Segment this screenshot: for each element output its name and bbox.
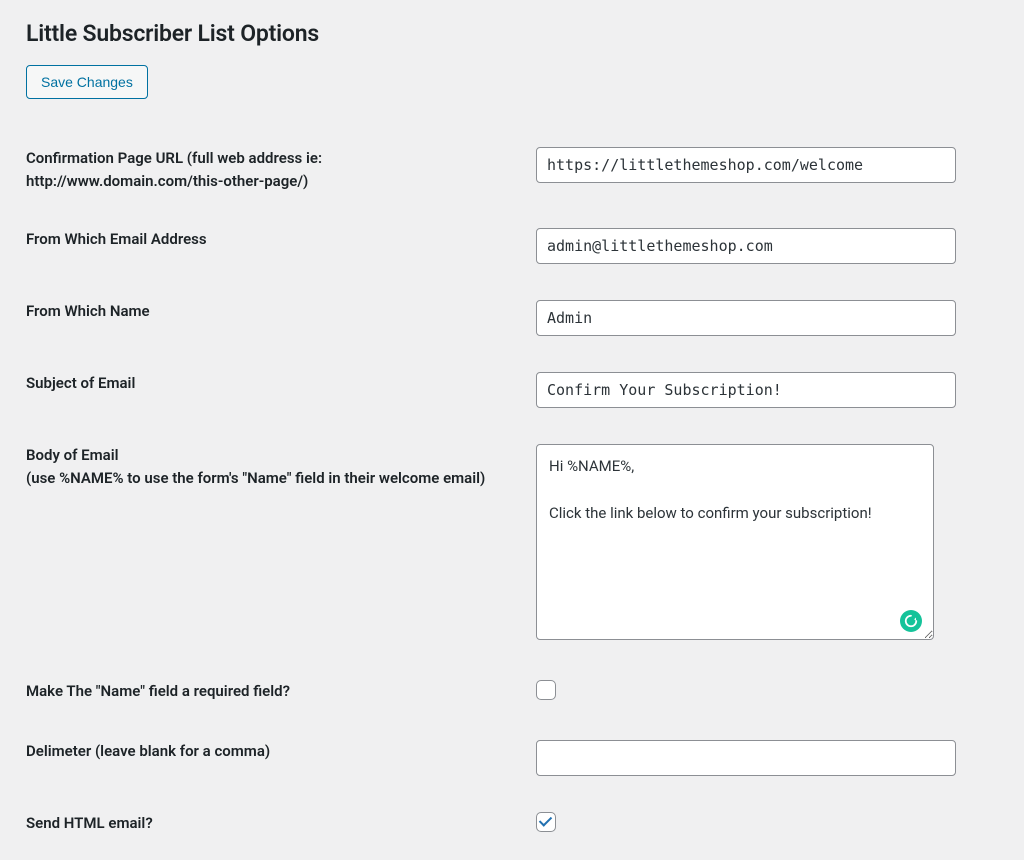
subject-label: Subject of Email [26, 354, 536, 426]
subject-input[interactable] [536, 372, 956, 408]
from-email-label: From Which Email Address [26, 210, 536, 282]
body-textarea[interactable]: Hi %NAME%, Click the link below to confi… [536, 444, 934, 640]
grammarly-icon [900, 610, 922, 632]
settings-form-table: Confirmation Page URL (full web address … [26, 129, 998, 854]
page-title: Little Subscriber List Options [26, 20, 998, 47]
name-required-checkbox[interactable] [536, 680, 556, 700]
confirmation-url-label: Confirmation Page URL (full web address … [26, 129, 536, 210]
from-name-input[interactable] [536, 300, 956, 336]
name-required-label: Make The "Name" field a required field? [26, 662, 536, 722]
send-html-checkbox[interactable] [536, 812, 556, 832]
from-email-input[interactable] [536, 228, 956, 264]
delimeter-input[interactable] [536, 740, 956, 776]
from-name-label: From Which Name [26, 282, 536, 354]
confirmation-url-input[interactable] [536, 147, 956, 183]
delimeter-label: Delimeter (leave blank for a comma) [26, 722, 536, 794]
send-html-label: Send HTML email? [26, 794, 536, 854]
body-label: Body of Email (use %NAME% to use the for… [26, 426, 536, 662]
save-changes-button[interactable]: Save Changes [26, 65, 148, 99]
